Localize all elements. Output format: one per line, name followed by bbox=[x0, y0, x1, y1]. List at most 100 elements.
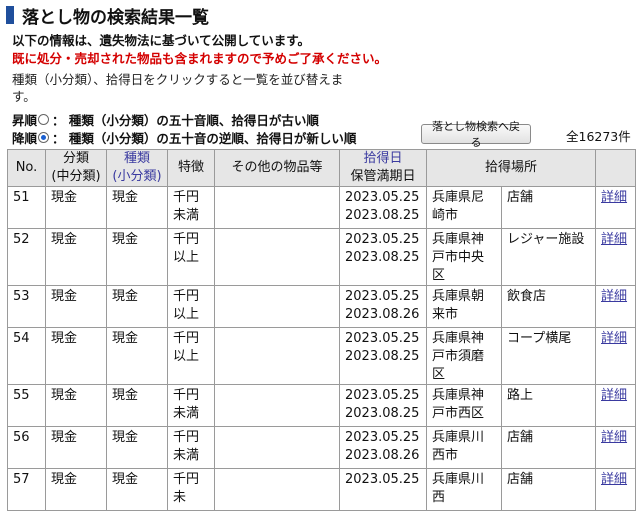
page-header: 落とし物の検索結果一覧 bbox=[0, 0, 640, 30]
results-table: No. 分類 (中分類) 種類 (小分類) 特徴 その他の物品等 拾得日 保管満… bbox=[7, 149, 637, 511]
row-tokucho: 千円未満 bbox=[173, 388, 200, 421]
row-expire: 2023.08.26 bbox=[345, 448, 420, 463]
sort-asc-label: 昇順 bbox=[12, 113, 38, 128]
sort-desc-label: 降順 bbox=[12, 131, 38, 146]
col-bunrui-header: 分類 (中分類) bbox=[45, 149, 107, 187]
table-row: 53 現金 現金 千円以上 2023.05.25 2023.08.26 兵庫県朝来市 飲食店 詳… bbox=[7, 285, 637, 328]
row-place: レジャー施設 bbox=[507, 232, 585, 247]
row-pref: 兵庫県神戸市須磨区 bbox=[432, 331, 485, 382]
row-shurui-cell: 現金 bbox=[106, 468, 168, 511]
col-tokucho-label: 特徴 bbox=[177, 160, 204, 175]
row-pref: 兵庫県川西 bbox=[432, 472, 485, 505]
sort-description: 種類（小分類）、拾得日をクリックすると一覧を並び替えま す。 bbox=[12, 71, 372, 105]
row-place-cell: 路上 bbox=[500, 384, 597, 427]
col-shurui-sort-link[interactable]: 種類 bbox=[109, 150, 165, 168]
row-detail-link[interactable]: 詳細 bbox=[601, 388, 627, 403]
row-date-cell: 2023.05.25 bbox=[339, 468, 427, 511]
row-place: 店舗 bbox=[507, 190, 534, 205]
row-no: 53 bbox=[13, 289, 30, 304]
row-bunrui: 現金 bbox=[51, 331, 78, 346]
back-to-search-button[interactable]: 落とし物検索へ戻る bbox=[421, 120, 531, 149]
row-detail-link[interactable]: 詳細 bbox=[601, 190, 627, 205]
row-other-cell bbox=[214, 228, 340, 286]
row-tokucho: 千円未満 bbox=[173, 430, 200, 463]
row-place: 路上 bbox=[507, 388, 534, 403]
row-pref-cell: 兵庫県神戸市須磨区 bbox=[426, 327, 502, 385]
row-date: 2023.05.25 bbox=[345, 472, 420, 487]
row-detail-link-cell[interactable]: 詳細 bbox=[595, 384, 637, 427]
row-no: 52 bbox=[13, 232, 30, 247]
table-row: 57 現金 現金 千円未 2023.05.25 兵庫県川西 店舗 詳細 bbox=[7, 468, 637, 511]
row-other-cell bbox=[214, 426, 340, 469]
row-date-cell: 2023.05.25 2023.08.26 bbox=[339, 285, 427, 328]
col-tokucho-header: 特徴 bbox=[167, 149, 215, 187]
row-tokucho: 千円未 bbox=[173, 472, 200, 505]
row-tokucho-cell: 千円未 bbox=[167, 468, 215, 511]
row-pref: 兵庫県神戸市中央区 bbox=[432, 232, 485, 283]
row-no-cell: 51 bbox=[7, 186, 46, 229]
row-detail-link[interactable]: 詳細 bbox=[601, 331, 627, 346]
table-row: 51 現金 現金 千円未満 2023.05.25 2023.08.25 兵庫県尼崎市 店舗 詳細 bbox=[7, 186, 637, 229]
col-shurui-sort-link-2[interactable]: (小分類) bbox=[109, 168, 165, 186]
col-other-header: その他の物品等 bbox=[214, 149, 340, 187]
sort-asc-option[interactable]: 昇順 ： 種類（小分類）の五十音順、拾得日が古い順 bbox=[12, 110, 319, 129]
row-detail-link[interactable]: 詳細 bbox=[601, 289, 627, 304]
row-shurui: 現金 bbox=[112, 289, 139, 304]
sort-desc-option[interactable]: 降順 ： 種類（小分類）の五十音の逆順、拾得日が新しい順 bbox=[12, 128, 356, 147]
row-expire: 2023.08.25 bbox=[345, 406, 420, 421]
row-shurui: 現金 bbox=[112, 331, 139, 346]
row-expire: 2023.08.26 bbox=[345, 307, 420, 322]
row-tokucho: 千円以上 bbox=[173, 331, 200, 364]
sort-desc-text: ： 種類（小分類）の五十音の逆順、拾得日が新しい順 bbox=[52, 131, 357, 146]
row-date: 2023.05.25 bbox=[345, 232, 420, 247]
row-pref-cell: 兵庫県川西市 bbox=[426, 426, 502, 469]
col-place-label: 拾得場所 bbox=[485, 160, 538, 175]
sort-asc-radio[interactable] bbox=[38, 114, 50, 125]
row-tokucho-cell: 千円未満 bbox=[167, 426, 215, 469]
col-expire-label: 保管満期日 bbox=[350, 169, 416, 184]
row-detail-link[interactable]: 詳細 bbox=[601, 430, 627, 445]
row-detail-link-cell[interactable]: 詳細 bbox=[595, 285, 637, 328]
row-no: 56 bbox=[13, 430, 30, 445]
row-bunrui-cell: 現金 bbox=[45, 384, 107, 427]
col-date-header[interactable]: 拾得日 保管満期日 bbox=[339, 149, 427, 187]
row-expire: 2023.08.25 bbox=[345, 250, 420, 265]
row-place-cell: 飲食店 bbox=[500, 285, 597, 328]
col-other-label: その他の物品等 bbox=[231, 160, 323, 175]
table-row: 55 現金 現金 千円未満 2023.05.25 2023.08.25 兵庫県神戸市西区 路上… bbox=[7, 384, 637, 427]
notice-block: 以下の情報は、遺失物法に基づいて公開しています。 既に処分・売却された物品も含ま… bbox=[12, 32, 632, 68]
row-date: 2023.05.25 bbox=[345, 289, 420, 304]
sort-desc-line-1: 種類（小分類）、拾得日をクリックすると一覧を並び替えま bbox=[12, 72, 344, 87]
row-no-cell: 54 bbox=[7, 327, 46, 385]
row-detail-link-cell[interactable]: 詳細 bbox=[595, 228, 637, 286]
col-date-sort-link[interactable]: 拾得日 bbox=[342, 150, 424, 168]
row-expire: 2023.08.25 bbox=[345, 208, 420, 223]
col-place-header: 拾得場所 bbox=[425, 149, 597, 187]
row-shurui: 現金 bbox=[112, 232, 139, 247]
row-detail-link-cell[interactable]: 詳細 bbox=[595, 186, 637, 229]
row-place: 店舗 bbox=[507, 430, 534, 445]
col-bunrui-label-2: (中分類) bbox=[51, 169, 101, 184]
row-tokucho: 千円未満 bbox=[173, 190, 200, 223]
row-pref-cell: 兵庫県川西 bbox=[426, 468, 502, 511]
row-detail-link-cell[interactable]: 詳細 bbox=[595, 426, 637, 469]
sort-desc-radio[interactable] bbox=[38, 132, 50, 143]
row-place-cell: コープ横尾 bbox=[500, 327, 597, 385]
row-place: 店舗 bbox=[507, 472, 534, 487]
col-bunrui-label-1: 分類 bbox=[62, 151, 89, 166]
row-bunrui: 現金 bbox=[51, 289, 78, 304]
col-no-header: No. bbox=[7, 149, 46, 187]
total-count: 全16273件 bbox=[566, 129, 631, 144]
row-detail-link[interactable]: 詳細 bbox=[601, 232, 627, 247]
row-detail-link[interactable]: 詳細 bbox=[601, 472, 627, 487]
row-pref-cell: 兵庫県神戸市中央区 bbox=[426, 228, 502, 286]
row-pref-cell: 兵庫県神戸市西区 bbox=[426, 384, 502, 427]
row-other-cell bbox=[214, 468, 340, 511]
row-no-cell: 53 bbox=[7, 285, 46, 328]
row-other-cell bbox=[214, 285, 340, 328]
row-place: コープ横尾 bbox=[507, 331, 572, 346]
row-detail-link-cell[interactable]: 詳細 bbox=[595, 468, 637, 511]
row-date-cell: 2023.05.25 2023.08.25 bbox=[339, 327, 427, 385]
col-shurui-header[interactable]: 種類 (小分類) bbox=[106, 149, 168, 187]
row-detail-link-cell[interactable]: 詳細 bbox=[595, 327, 637, 385]
